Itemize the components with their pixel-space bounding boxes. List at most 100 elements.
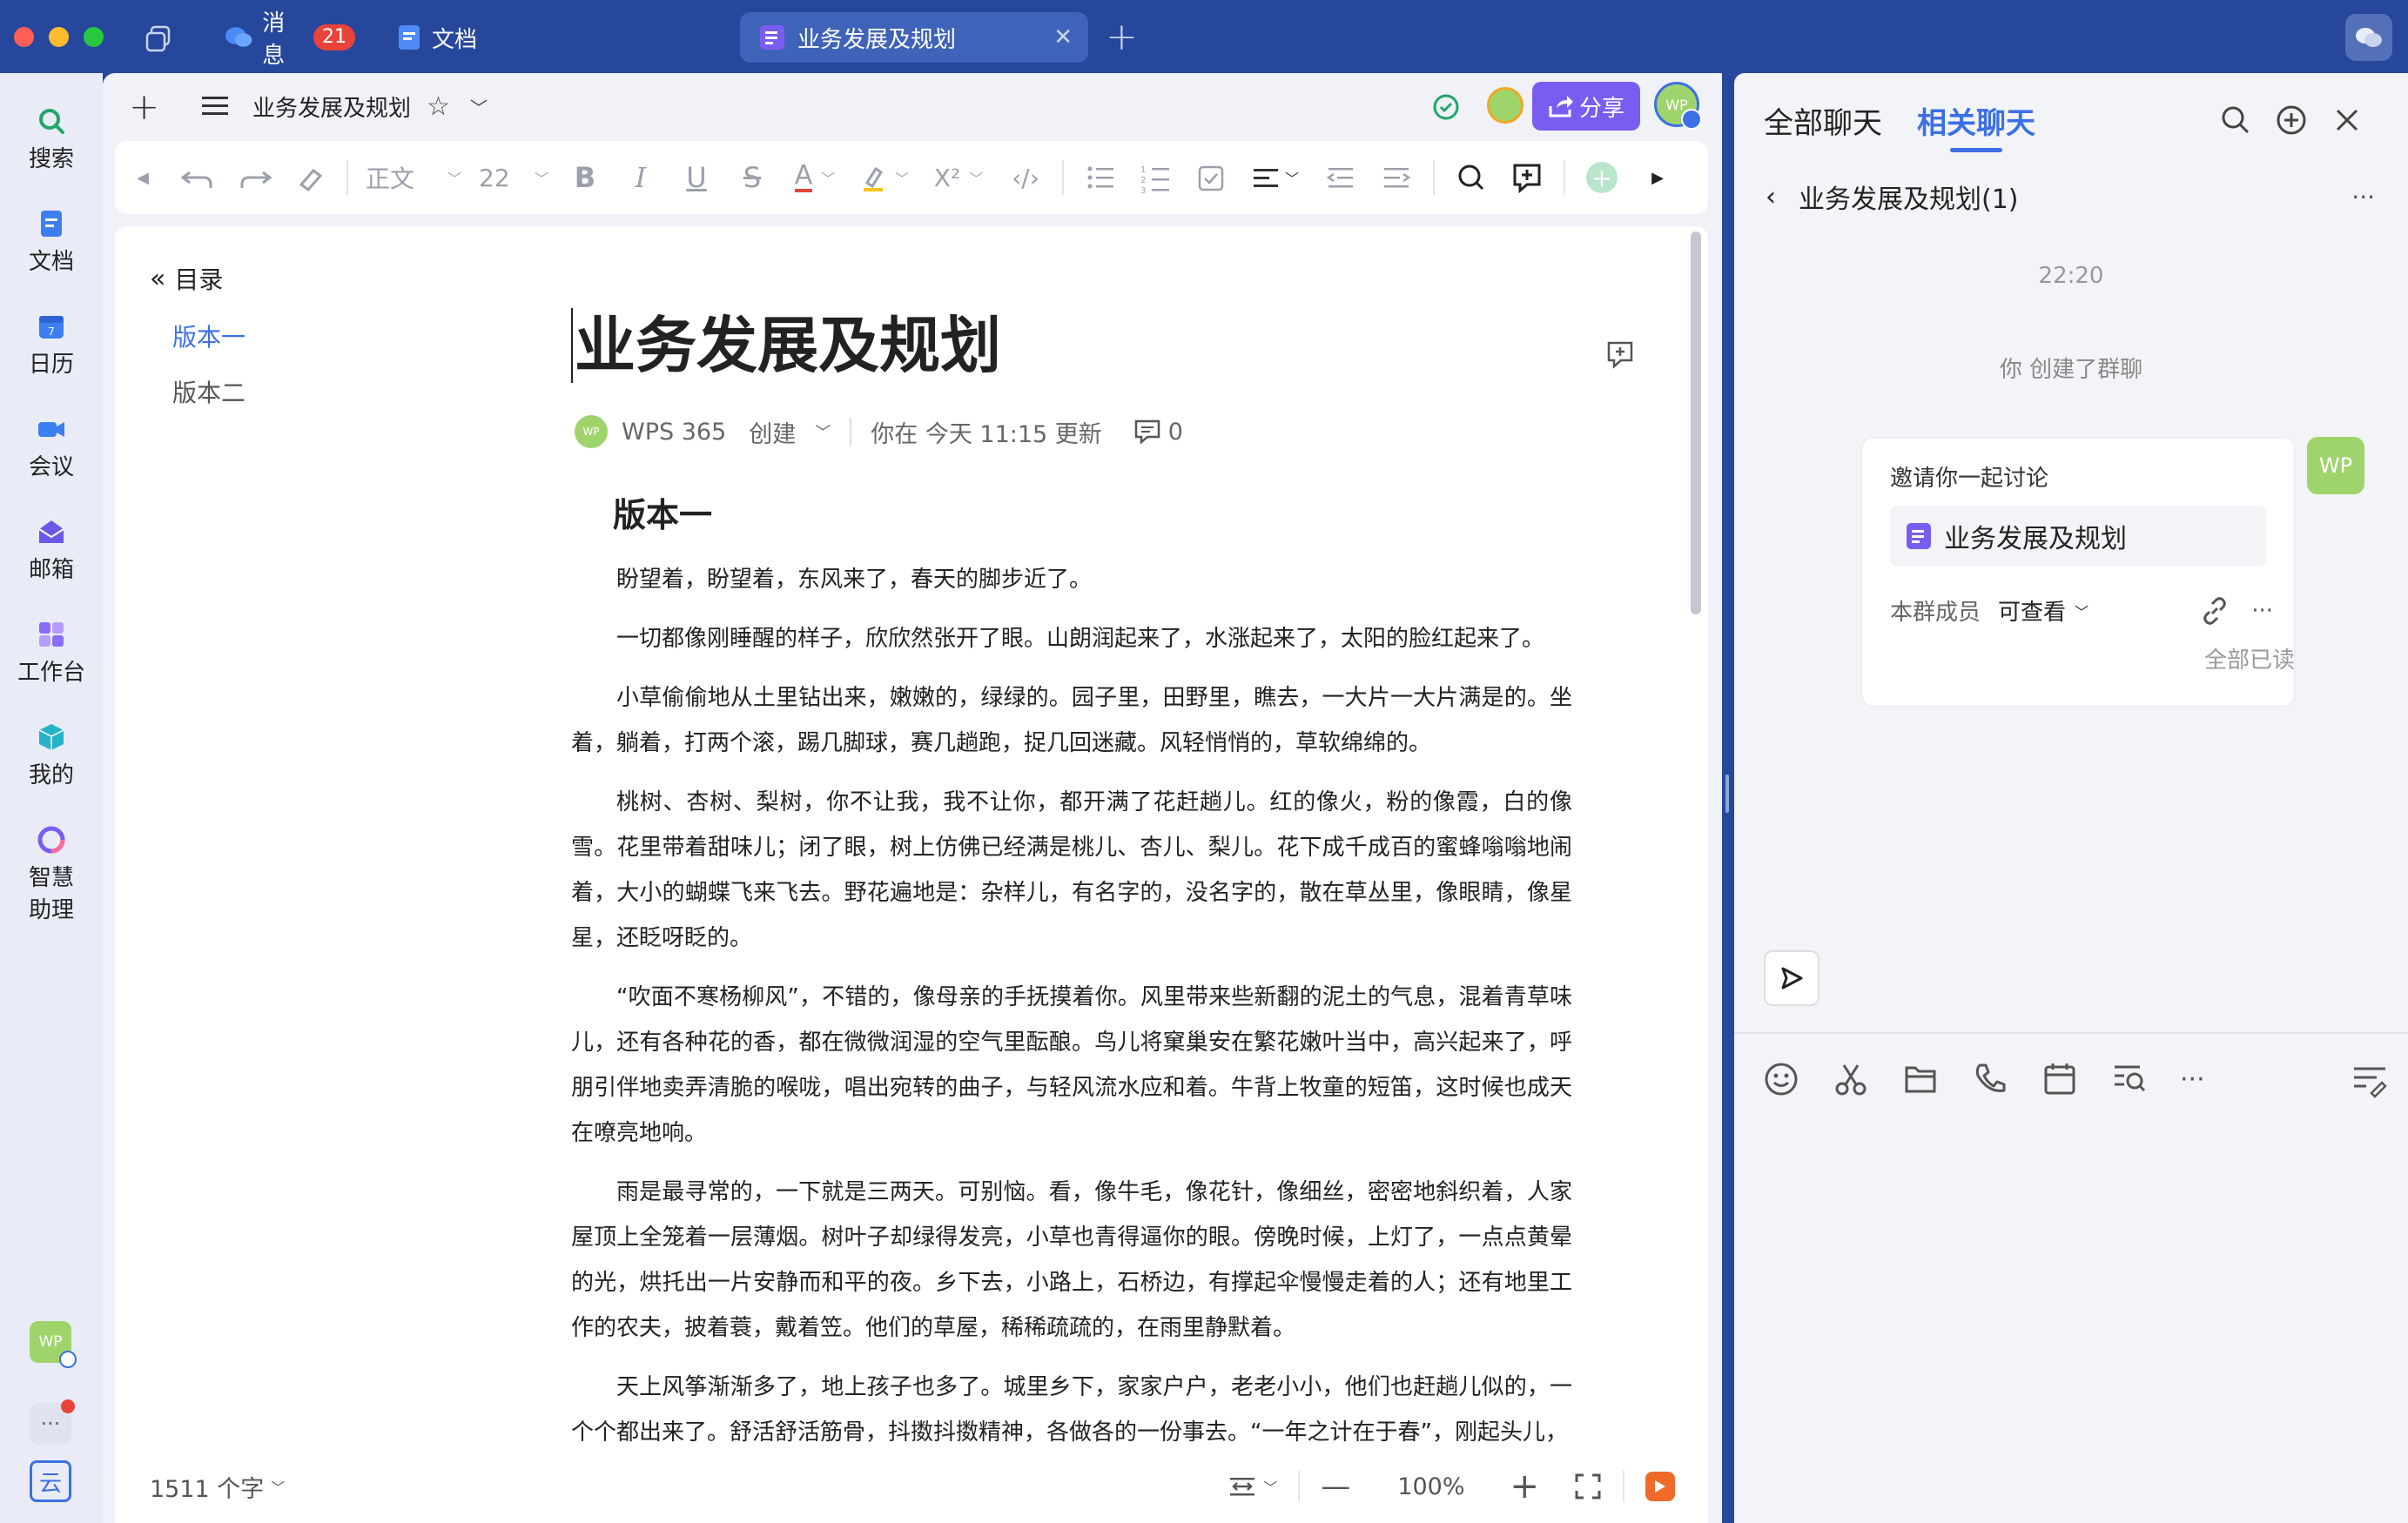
tab-related-chats[interactable]: 相关聊天 xyxy=(1917,99,2035,152)
search-icon[interactable] xyxy=(2220,104,2251,136)
chevron-down-icon[interactable]: ﹀ xyxy=(470,94,488,119)
doc-title[interactable]: 业务发展及规划 xyxy=(571,308,1001,383)
insert-plus-icon[interactable]: + xyxy=(1586,162,1618,193)
outline-item-2[interactable]: 版本二 xyxy=(172,374,246,409)
close-icon[interactable] xyxy=(2333,106,2361,134)
doc-breadcrumb[interactable]: 业务发展及规划 xyxy=(252,91,411,123)
format-text-icon[interactable] xyxy=(2351,1060,2389,1098)
tab-current-doc[interactable]: 业务发展及规划 ✕ xyxy=(740,12,1088,63)
sidebar-item-meeting[interactable]: 会议 xyxy=(0,414,103,481)
permission-select[interactable]: 可查看 ﹀ xyxy=(1998,594,2089,627)
share-button[interactable]: 分享 xyxy=(1532,82,1640,131)
read-status: 全部已读 xyxy=(2203,647,2295,674)
undo-icon[interactable] xyxy=(171,160,226,195)
doc-content[interactable]: 版本一 盼望着，盼望着，东风来了，春天的脚步近了。 一切都像刚睡醒的样子，欣欣然… xyxy=(571,484,1572,1469)
sidebar-item-calendar[interactable]: 7 日历 xyxy=(0,312,103,379)
page-width-button[interactable]: ﹀ xyxy=(1228,1474,1277,1499)
superscript-button[interactable]: X² ﹀ xyxy=(919,164,998,192)
scroll-left-icon[interactable]: ◀ xyxy=(115,169,171,187)
account-avatar[interactable]: WP xyxy=(1654,82,1702,130)
user-avatar[interactable]: WP xyxy=(30,1321,77,1368)
folder-icon[interactable] xyxy=(1901,1060,1971,1098)
more-apps-button[interactable]: ··· xyxy=(30,1399,75,1445)
sidebar-item-docs[interactable]: 文档 xyxy=(0,209,103,276)
tab-all-chats[interactable]: 全部聊天 xyxy=(1764,99,1882,142)
align-button[interactable]: ﹀ xyxy=(1240,166,1313,189)
link-icon[interactable] xyxy=(2201,596,2229,625)
zoom-in-button[interactable]: + xyxy=(1510,1466,1539,1506)
sidebar-item-assistant[interactable]: 智慧 助理 xyxy=(0,825,103,924)
find-icon[interactable] xyxy=(1443,160,1499,195)
more-tools-icon[interactable]: ▶ xyxy=(1630,169,1685,187)
star-icon[interactable]: ☆ xyxy=(427,91,450,122)
maximize-window-button[interactable] xyxy=(84,27,104,47)
fullscreen-icon[interactable] xyxy=(1574,1473,1602,1500)
new-tab-button[interactable]: + xyxy=(1106,12,1138,63)
screenshot-scissors-icon[interactable] xyxy=(1832,1060,1901,1098)
emoji-icon[interactable] xyxy=(1762,1060,1832,1098)
more-tools-icon[interactable]: ··· xyxy=(2180,1064,2250,1095)
sidebar-item-mail[interactable]: 邮箱 xyxy=(0,517,103,584)
bullet-list-icon[interactable] xyxy=(1073,160,1128,195)
add-comment-icon[interactable] xyxy=(1499,160,1555,195)
strikethrough-button[interactable]: S xyxy=(724,161,780,194)
scrollbar-thumb[interactable] xyxy=(1691,231,1701,614)
sidebar-item-search[interactable]: 搜索 xyxy=(0,106,103,173)
underline-button[interactable]: U xyxy=(669,161,724,194)
more-options-icon[interactable]: ··· xyxy=(2351,183,2375,211)
pane-splitter[interactable] xyxy=(1725,775,1729,813)
new-doc-button[interactable]: + xyxy=(129,85,159,128)
sidebar-item-workbench[interactable]: 工作台 xyxy=(0,620,103,687)
add-comment-icon[interactable] xyxy=(1605,339,1635,369)
outline-title: 目录 xyxy=(174,265,224,294)
redo-icon[interactable] xyxy=(226,160,282,195)
meta-divider xyxy=(850,418,852,446)
bold-button[interactable]: B xyxy=(557,161,613,194)
collaborator-avatar[interactable] xyxy=(1487,87,1523,124)
close-tab-icon[interactable]: ✕ xyxy=(1053,24,1073,50)
indent-icon[interactable] xyxy=(1369,160,1424,195)
italic-button[interactable]: I xyxy=(613,161,669,194)
numbered-list-icon[interactable]: 123 xyxy=(1128,160,1184,195)
cloud-button[interactable]: 云 xyxy=(30,1460,71,1502)
tab-messages[interactable]: 消息 21 xyxy=(218,10,355,69)
sender-avatar[interactable]: WP xyxy=(2307,437,2364,494)
add-chat-icon[interactable] xyxy=(2276,104,2307,136)
present-button[interactable] xyxy=(1645,1472,1675,1501)
font-size-select[interactable]: 22 ﹀ xyxy=(470,164,557,192)
paragraph-style-select[interactable]: 正文 ﹀ xyxy=(357,160,470,195)
card-doc-link[interactable]: 业务发展及规划 xyxy=(1890,506,2266,567)
divider xyxy=(1433,160,1435,195)
zoom-out-button[interactable]: — xyxy=(1321,1469,1350,1504)
comment-icon[interactable] xyxy=(1133,419,1161,445)
send-button[interactable] xyxy=(1764,950,1819,1006)
format-painter-icon[interactable] xyxy=(282,160,338,195)
windows-icon[interactable] xyxy=(145,24,174,54)
menu-icon[interactable] xyxy=(202,94,228,118)
chevron-down-icon[interactable]: ﹀ xyxy=(815,420,831,443)
sidebar-item-mine[interactable]: 我的 xyxy=(0,722,103,789)
word-count[interactable]: 1511 个字 ﹀ xyxy=(150,1470,285,1504)
more-options-icon[interactable]: ··· xyxy=(2251,598,2273,624)
tab-docs[interactable]: 文档 xyxy=(397,12,493,63)
outdent-icon[interactable] xyxy=(1313,160,1369,195)
code-icon[interactable]: ‹/› xyxy=(998,164,1053,192)
sidebar-item-label: 搜索 xyxy=(28,146,74,172)
back-icon[interactable]: ‹ xyxy=(1766,182,1776,212)
highlight-button[interactable]: ﹀ xyxy=(850,164,919,191)
search-history-icon[interactable] xyxy=(2110,1060,2180,1098)
outline-item-1[interactable]: 版本一 xyxy=(172,319,246,353)
font-color-button[interactable]: A ﹀ xyxy=(780,163,850,192)
minimize-window-button[interactable] xyxy=(49,27,69,47)
conversation-header: ‹ 业务发展及规划(1) ··· xyxy=(1766,178,2375,216)
unread-badge: 21 xyxy=(313,24,355,50)
checkbox-list-icon[interactable] xyxy=(1184,160,1240,195)
zoom-level[interactable]: 100% xyxy=(1397,1473,1464,1500)
chat-toggle-button[interactable] xyxy=(2345,14,2392,61)
outline-header[interactable]: « 目录 xyxy=(150,261,223,296)
calendar-icon[interactable] xyxy=(2041,1060,2110,1098)
mail-icon xyxy=(38,520,64,543)
paragraph: 雨是最寻常的，一下就是三两天。可别恼。看，像牛毛，像花针，像细丝，密密地斜织着，… xyxy=(571,1179,1572,1341)
close-window-button[interactable] xyxy=(14,27,34,47)
phone-icon[interactable] xyxy=(1971,1060,2041,1098)
